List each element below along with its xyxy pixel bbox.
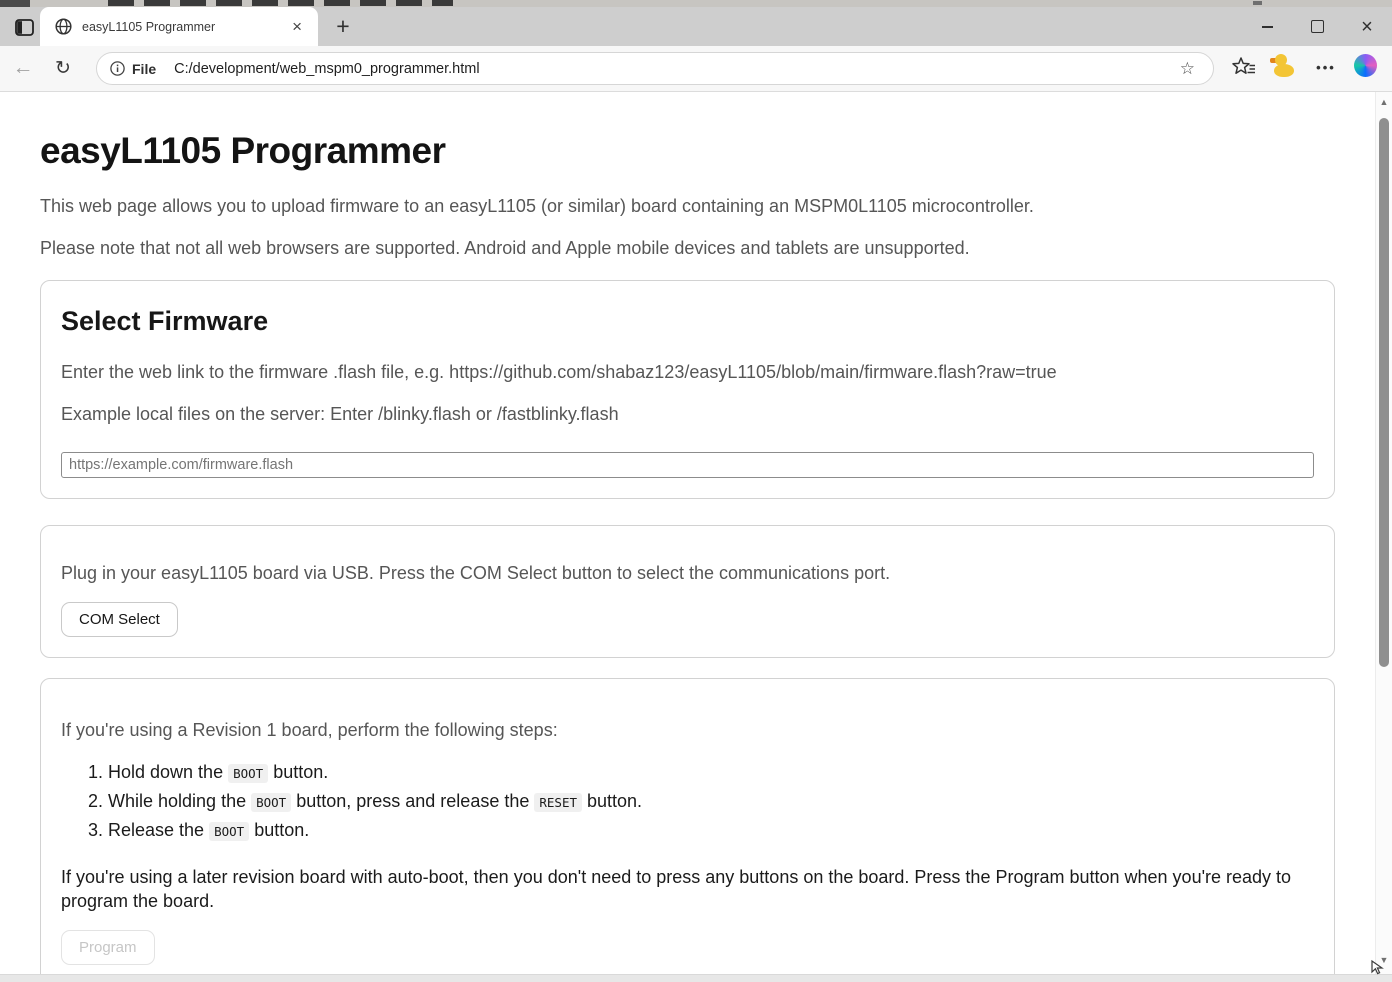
minimize-icon [1261,25,1273,28]
background-window-text-fragment [108,0,453,6]
close-button[interactable]: × [1342,7,1392,46]
tab-strip: easyL1105 Programmer × + × [0,7,1392,46]
browser-toolbar: ← ↻ File C:/development/web_mspm0_progra… [0,46,1392,92]
page-content: easyL1105 Programmer This web page allow… [0,92,1375,974]
boot-code-chip: BOOT [228,764,269,783]
browser-tab[interactable]: easyL1105 Programmer × [40,7,318,46]
list-item: While holding the BOOT button, press and… [108,789,1314,815]
tab-actions-menu-icon[interactable] [10,14,38,40]
page-info-chip[interactable]: File [110,61,174,77]
background-window-fragment [1253,1,1262,5]
address-bar[interactable]: File C:/development/web_mspm0_programmer… [96,52,1214,85]
browser-support-paragraph: Please note that not all web browsers ar… [40,238,970,258]
mouse-cursor [1371,959,1384,975]
window-bottom-edge [0,974,1392,982]
favorites-hub-icon[interactable] [1231,54,1257,80]
browser-window: easyL1105 Programmer × + × ← ↻ File C:/d… [0,0,1392,982]
duck-extension-icon[interactable] [1270,54,1296,78]
info-icon [110,61,125,76]
boot-steps-list: Hold down the BOOT button. While holding… [61,760,1314,844]
url-text: C:/development/web_mspm0_programmer.html [174,60,480,77]
vertical-scrollbar[interactable]: ▲ ▼ [1375,92,1392,974]
reset-code-chip: RESET [534,793,583,812]
scroll-up-icon[interactable]: ▲ [1376,97,1392,107]
new-tab-button[interactable]: + [328,11,358,41]
globe-icon [55,18,72,35]
firmware-local-examples: Example local files on the server: Enter… [61,404,619,424]
window-controls: × [1242,7,1392,46]
boot-code-chip: BOOT [251,793,292,812]
com-select-instructions: Plug in your easyL1105 board via USB. Pr… [61,563,891,583]
url-scheme-label: File [132,60,157,77]
list-item: Release the BOOT button. [108,818,1314,844]
firmware-url-input[interactable] [61,452,1314,478]
page-title: easyL1105 Programmer [40,130,446,171]
com-select-button[interactable]: COM Select [61,602,178,637]
select-firmware-card: Select Firmware Enter the web link to th… [40,280,1335,499]
auto-boot-paragraph: If you're using a later revision board w… [61,867,1292,911]
intro-paragraph: This web page allows you to upload firmw… [40,196,1034,216]
bookmark-star-icon[interactable]: ☆ [1174,58,1201,80]
tab-title: easyL1105 Programmer [82,19,216,34]
program-button[interactable]: Program [61,930,155,965]
scrollbar-thumb[interactable] [1379,118,1389,667]
com-select-card: Plug in your easyL1105 board via USB. Pr… [40,525,1335,658]
maximize-button[interactable] [1292,7,1342,46]
maximize-icon [1310,20,1324,33]
close-icon: × [1361,15,1373,38]
boot-code-chip: BOOT [209,822,250,841]
background-window-fragment [0,0,30,7]
revision1-instructions: If you're using a Revision 1 board, perf… [61,720,558,740]
settings-menu-icon[interactable]: ••• [1311,52,1341,82]
firmware-link-instructions: Enter the web link to the firmware .flas… [61,362,1057,382]
refresh-icon[interactable]: ↻ [49,53,77,83]
copilot-icon[interactable] [1354,54,1377,77]
tab-close-icon[interactable]: × [286,17,308,36]
list-item: Hold down the BOOT button. [108,760,1314,786]
program-card: If you're using a Revision 1 board, perf… [40,678,1335,974]
back-icon[interactable]: ← [9,53,37,83]
background-window-sliver [0,0,1392,7]
select-firmware-heading: Select Firmware [61,306,269,336]
duck-body [1274,64,1294,77]
minimize-button[interactable] [1242,7,1292,46]
